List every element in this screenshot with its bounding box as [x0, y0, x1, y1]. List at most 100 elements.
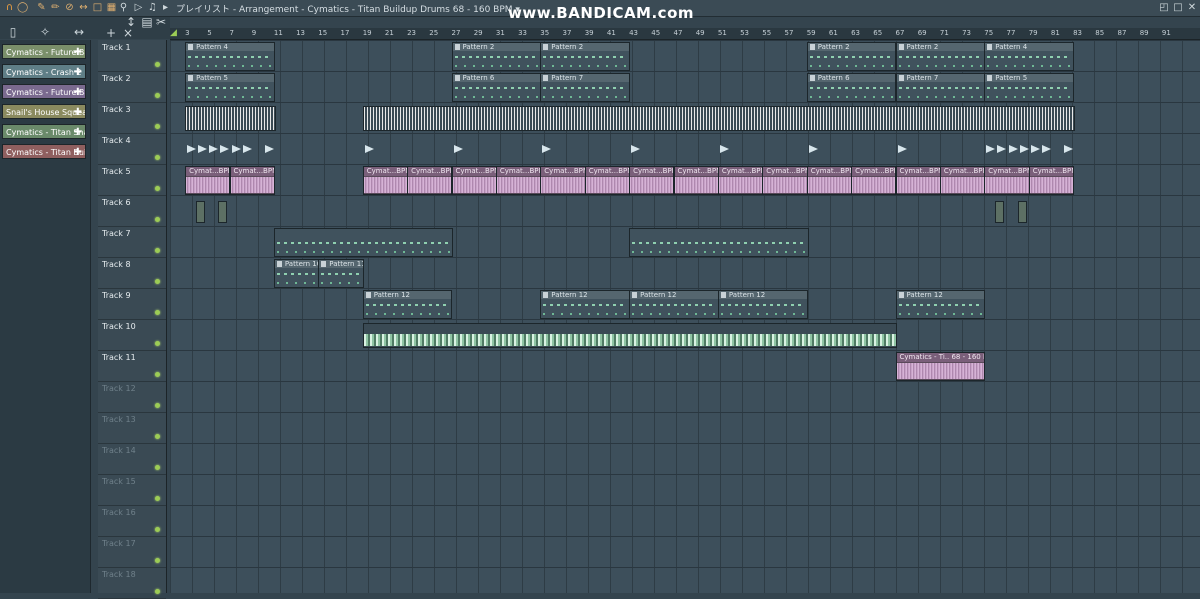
track-enable-led[interactable]: [155, 279, 160, 284]
audio-clip[interactable]: Cymat...BPM: [185, 166, 231, 195]
track-enable-led[interactable]: [155, 465, 160, 470]
audio-clip[interactable]: [185, 106, 276, 131]
track-header[interactable]: Track 4: [98, 133, 166, 165]
track-header[interactable]: Track 17: [98, 536, 166, 568]
audio-clip[interactable]: [362, 323, 898, 348]
select-icon[interactable]: ▦: [106, 2, 117, 13]
pattern-clip[interactable]: Pattern 6: [806, 73, 897, 102]
pattern-clip[interactable]: Pattern 2: [451, 42, 542, 71]
track-enable-led[interactable]: [155, 62, 160, 67]
pattern-clip[interactable]: Pattern 5: [185, 73, 275, 102]
pattern-clip[interactable]: Pattern 7: [540, 73, 631, 102]
zoom-icon[interactable]: ⚲: [118, 2, 129, 13]
speaker-icon[interactable]: ♫: [147, 2, 158, 13]
magnet-icon[interactable]: ∩: [4, 2, 15, 13]
playhead-marker-icon[interactable]: ◢: [170, 28, 177, 38]
kick-clip[interactable]: [540, 145, 552, 153]
track-enable-led[interactable]: [155, 434, 160, 439]
crash-clip[interactable]: [1017, 201, 1027, 223]
clip-source-item[interactable]: Cymatics - Titan Snar...✚: [2, 124, 86, 139]
pattern-clip[interactable]: Pattern 12: [362, 290, 453, 319]
audio-clip[interactable]: Cymat...BPM: [717, 166, 764, 195]
stretch-icon[interactable]: ▤: [140, 15, 154, 29]
pattern-clip[interactable]: Pattern 2: [540, 42, 631, 71]
pattern-clip[interactable]: Pattern 2: [806, 42, 897, 71]
track-enable-led[interactable]: [155, 496, 160, 501]
window-title[interactable]: プレイリスト - Arrangement - Cymatics - Titan …: [176, 2, 520, 15]
track-header[interactable]: Track 3: [98, 102, 166, 134]
pattern-clip[interactable]: Pattern 12: [717, 290, 808, 319]
audio-clip[interactable]: Cymat...BPM: [806, 166, 853, 195]
pattern-clip[interactable]: Pattern 5: [984, 73, 1075, 102]
kick-clip[interactable]: [263, 145, 275, 153]
pattern-clip[interactable]: Pattern 12: [629, 290, 719, 319]
kick-clip[interactable]: [807, 145, 819, 153]
plus-icon[interactable]: ✚: [74, 45, 82, 58]
audio-clip[interactable]: Cymat...BPM: [762, 166, 808, 195]
track-enable-led[interactable]: [155, 527, 160, 532]
track-header[interactable]: Track 5: [98, 164, 166, 196]
audio-clip[interactable]: [362, 106, 1076, 131]
audio-clip[interactable]: Cymatics - Ti.. 68 - 160 BPM: [895, 352, 986, 381]
track-header[interactable]: Track 8: [98, 257, 166, 289]
kick-clip[interactable]: [1040, 145, 1052, 153]
track-header[interactable]: Track 16: [98, 505, 166, 537]
track-enable-led[interactable]: [155, 372, 160, 377]
target-icon[interactable]: ◯: [17, 2, 28, 13]
track-enable-led[interactable]: [155, 341, 160, 346]
clip-source-item[interactable]: Cymatics - Future Ba...✚: [2, 84, 86, 99]
close-icon[interactable]: ✕: [1186, 2, 1198, 14]
mute-icon[interactable]: □: [92, 2, 103, 13]
track-header[interactable]: Track 2: [98, 71, 166, 103]
audio-clip[interactable]: Cymat...BPM: [229, 166, 275, 195]
pattern-clip[interactable]: Pattern 12: [540, 290, 631, 319]
audio-clip[interactable]: Cymat...BPM: [673, 166, 719, 195]
plus-icon[interactable]: ✚: [74, 85, 82, 98]
track-header[interactable]: Track 15: [98, 474, 166, 506]
track-enable-led[interactable]: [155, 93, 160, 98]
track-header[interactable]: Track 9: [98, 288, 166, 320]
pattern-clip[interactable]: Pattern 4: [185, 42, 275, 71]
maximize-icon[interactable]: □: [1172, 2, 1184, 14]
track-enable-led[interactable]: [155, 217, 160, 222]
audio-clip[interactable]: Cymat...BPM: [495, 166, 542, 195]
plus-icon[interactable]: ✚: [74, 145, 82, 158]
kick-clip[interactable]: [718, 145, 730, 153]
plus-icon[interactable]: ✚: [74, 125, 82, 138]
kick-clip[interactable]: [629, 145, 641, 153]
pattern-clip[interactable]: Pattern 12: [895, 290, 986, 319]
kick-clip[interactable]: [363, 145, 375, 153]
pattern-clip[interactable]: [629, 228, 809, 257]
pattern-clip[interactable]: Pattern 6: [451, 73, 542, 102]
crash-clip[interactable]: [196, 201, 206, 223]
audio-clip[interactable]: Cymat...BPM: [362, 166, 409, 195]
clip-source-item[interactable]: Cymatics - Crash 2 ✚: [2, 64, 86, 79]
track-enable-led[interactable]: [155, 124, 160, 129]
audio-clip[interactable]: Cymat...BPM: [1028, 166, 1075, 195]
audio-clip[interactable]: Cymat...BPM: [984, 166, 1030, 195]
track-header[interactable]: Track 10: [98, 319, 166, 351]
clip-source-item[interactable]: Snail's House Squeak...✚: [2, 104, 86, 119]
audio-clip[interactable]: Cymat...BPM: [407, 166, 453, 195]
pattern-clip[interactable]: [273, 228, 454, 257]
audio-clip[interactable]: Cymat...BPM: [451, 166, 497, 195]
kick-clip[interactable]: [452, 145, 464, 153]
track-enable-led[interactable]: [155, 248, 160, 253]
track-enable-led[interactable]: [155, 558, 160, 563]
track-header[interactable]: Track 18: [98, 567, 166, 599]
plus-icon[interactable]: ✚: [74, 105, 82, 118]
kick-clip[interactable]: [896, 145, 908, 153]
arrows-icon[interactable]: ↔: [72, 25, 86, 39]
crash-clip[interactable]: [218, 201, 228, 223]
delete-icon[interactable]: ⊘: [64, 2, 75, 13]
playlist-grid[interactable]: Pattern 4 Pattern 2 Pattern 2 Pattern 2 Patt…: [170, 40, 1200, 593]
plus-icon[interactable]: ✚: [74, 65, 82, 78]
kick-clip[interactable]: [241, 145, 253, 153]
track-enable-led[interactable]: [155, 310, 160, 315]
track-enable-led[interactable]: [155, 155, 160, 160]
track-header[interactable]: Track 14: [98, 443, 166, 475]
kick-clip[interactable]: [1062, 145, 1074, 153]
cut-icon[interactable]: ✂: [154, 15, 168, 29]
pattern-clip[interactable]: Pattern 7: [895, 73, 986, 102]
track-header[interactable]: Track 12: [98, 381, 166, 413]
